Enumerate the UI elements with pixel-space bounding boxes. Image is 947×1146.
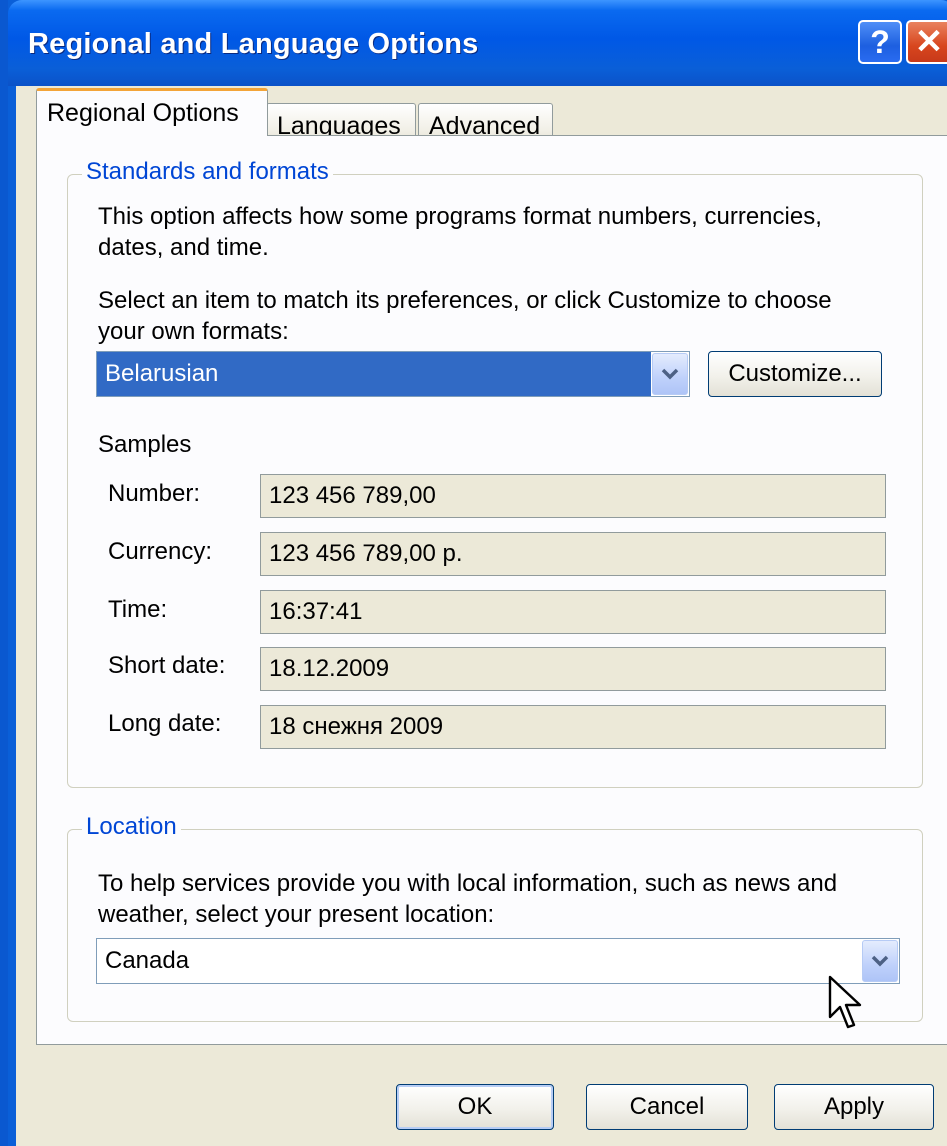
location-group: Location To help services provide you wi… xyxy=(67,813,923,1022)
customize-button[interactable]: Customize... xyxy=(708,351,882,397)
dialog-client-area: Regional Options Languages Advanced Stan… xyxy=(16,86,947,1146)
standards-instruction-line2: your own formats: xyxy=(98,318,289,345)
sample-number-value: 123 456 789,00 xyxy=(260,474,886,518)
help-button[interactable]: ? xyxy=(858,20,902,64)
standards-instruction: Select an item to match its preferences,… xyxy=(98,285,832,347)
location-group-title: Location xyxy=(82,813,181,841)
sample-number-label: Number: xyxy=(108,480,201,507)
standards-group-title: Standards and formats xyxy=(82,158,333,186)
chevron-down-icon xyxy=(661,368,679,380)
location-select[interactable]: Canada xyxy=(96,938,900,984)
chevron-down-icon xyxy=(871,955,889,967)
sample-short-date-label: Short date: xyxy=(108,652,226,679)
cancel-button[interactable]: Cancel xyxy=(586,1084,748,1130)
format-select-value: Belarusian xyxy=(97,352,651,396)
apply-button[interactable]: Apply xyxy=(774,1084,934,1130)
close-icon: ✕ xyxy=(914,23,944,61)
standards-and-formats-group: Standards and formats This option affect… xyxy=(67,158,923,788)
sample-currency-value: 123 456 789,00 p. xyxy=(260,532,886,576)
regional-options-panel: Standards and formats This option affect… xyxy=(36,135,947,1045)
sample-long-date-label: Long date: xyxy=(108,710,222,737)
help-icon: ? xyxy=(870,23,890,60)
sample-short-date-value: 18.12.2009 xyxy=(260,647,886,691)
format-select[interactable]: Belarusian xyxy=(96,351,690,397)
sample-long-date-value: 18 снежня 2009 xyxy=(260,705,886,749)
standards-description-line2: dates, and time. xyxy=(98,234,269,261)
location-description-line2: weather, select your present location: xyxy=(98,901,495,928)
close-button[interactable]: ✕ xyxy=(906,20,947,64)
dialog-window: Regional and Language Options ? ✕ Region… xyxy=(0,0,947,1146)
sample-time-value: 16:37:41 xyxy=(260,590,886,634)
location-select-value: Canada xyxy=(105,947,190,974)
location-description: To help services provide you with local … xyxy=(98,868,837,930)
samples-label: Samples xyxy=(98,431,192,458)
standards-description: This option affects how some programs fo… xyxy=(98,201,822,263)
standards-description-line1: This option affects how some programs fo… xyxy=(98,203,822,230)
tab-regional-options[interactable]: Regional Options xyxy=(36,88,268,136)
title-bar[interactable]: Regional and Language Options ? ✕ xyxy=(8,0,947,86)
ok-button[interactable]: OK xyxy=(396,1084,554,1130)
mouse-pointer-icon xyxy=(828,975,862,1029)
standards-instruction-line1: Select an item to match its preferences,… xyxy=(98,287,832,314)
sample-currency-label: Currency: xyxy=(108,538,213,565)
format-select-dropdown-button[interactable] xyxy=(652,353,688,395)
window-title: Regional and Language Options xyxy=(28,28,479,60)
location-description-line1: To help services provide you with local … xyxy=(98,870,838,897)
sample-time-label: Time: xyxy=(108,596,168,623)
